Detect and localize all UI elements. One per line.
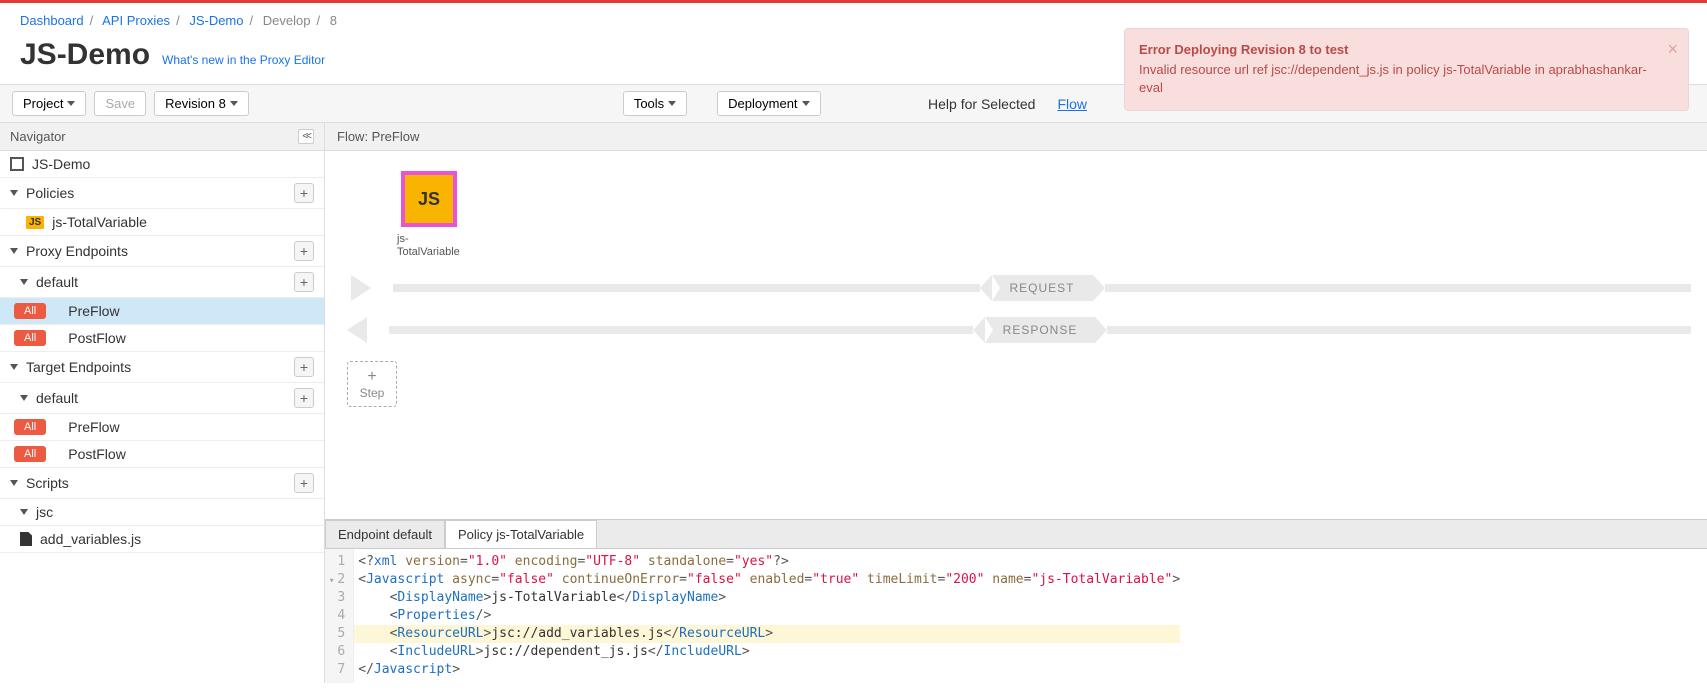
alert-title: Error Deploying Revision 8 to test	[1139, 41, 1658, 59]
chevron-down-icon	[802, 101, 810, 106]
response-flow: RESPONSE	[341, 317, 1691, 343]
plus-icon: +	[348, 368, 396, 386]
add-step-button[interactable]: + Step	[347, 361, 397, 407]
add-flow-button[interactable]: +	[294, 272, 314, 292]
all-badge: All	[14, 330, 46, 346]
chevron-down-icon	[230, 101, 238, 106]
policy-tile[interactable]: JS	[401, 171, 457, 227]
breadcrumb-current: Develop	[263, 13, 311, 28]
nav-section-proxy-endpoints[interactable]: Proxy Endpoints +	[0, 236, 324, 267]
chevron-down-icon	[20, 395, 28, 401]
breadcrumb-link[interactable]: API Proxies	[102, 13, 170, 28]
save-button[interactable]: Save	[94, 91, 146, 116]
breadcrumb-current: 8	[330, 13, 337, 28]
project-menu[interactable]: Project	[12, 91, 86, 116]
add-proxy-endpoint-button[interactable]: +	[294, 241, 314, 261]
nav-root[interactable]: JS-Demo	[0, 151, 324, 178]
nav-proxy-default[interactable]: default +	[0, 267, 324, 298]
nav-script-file[interactable]: add_variables.js	[0, 526, 324, 553]
tab-endpoint-default[interactable]: Endpoint default	[325, 520, 445, 548]
page-title: JS-Demo	[20, 38, 150, 72]
breadcrumb-link[interactable]: JS-Demo	[189, 13, 243, 28]
navigator-panel: Navigator << JS-Demo Policies + JS js-To…	[0, 123, 325, 683]
tools-menu[interactable]: Tools	[623, 91, 687, 116]
collapse-panel-icon[interactable]: <<	[298, 129, 314, 144]
flow-canvas: JS js-TotalVariable REQUEST	[325, 151, 1707, 519]
error-alert: × Error Deploying Revision 8 to test Inv…	[1124, 28, 1689, 111]
chevron-down-icon	[10, 480, 18, 486]
policy-tile-label: js-TotalVariable	[397, 233, 463, 259]
chevron-down-icon	[10, 248, 18, 254]
nav-flow-postflow[interactable]: All PostFlow	[0, 441, 324, 468]
breadcrumb-link[interactable]: Dashboard	[20, 13, 84, 28]
whats-new-link[interactable]: What's new in the Proxy Editor	[162, 53, 325, 67]
code-editor[interactable]: 1▾234567 <?xml version="1.0" encoding="U…	[325, 548, 1707, 683]
all-badge: All	[14, 303, 46, 319]
js-icon: JS	[26, 216, 44, 229]
nav-script-group[interactable]: jsc	[0, 499, 324, 526]
nav-section-target-endpoints[interactable]: Target Endpoints +	[0, 352, 324, 383]
editor-gutter: 1▾234567	[325, 549, 354, 683]
nav-flow-preflow[interactable]: All PreFlow	[0, 414, 324, 441]
proxy-icon	[10, 157, 24, 171]
flow-header: Flow: PreFlow	[325, 123, 1707, 151]
add-target-endpoint-button[interactable]: +	[294, 357, 314, 377]
nav-target-default[interactable]: default +	[0, 383, 324, 414]
all-badge: All	[14, 419, 46, 435]
deployment-menu[interactable]: Deployment	[717, 91, 820, 116]
help-for-selected: Help for Selected	[928, 96, 1035, 112]
chevron-down-icon	[20, 509, 28, 515]
nav-flow-postflow[interactable]: All PostFlow	[0, 325, 324, 352]
nav-section-scripts[interactable]: Scripts +	[0, 468, 324, 499]
request-flow: REQUEST	[341, 275, 1691, 301]
chevron-down-icon	[10, 364, 18, 370]
chevron-down-icon	[67, 101, 75, 106]
chevron-down-icon	[20, 279, 28, 285]
chevron-down-icon	[668, 101, 676, 106]
nav-flow-preflow[interactable]: All PreFlow	[0, 298, 324, 325]
all-badge: All	[14, 446, 46, 462]
arrow-left-icon	[347, 317, 367, 343]
alert-body: Invalid resource url ref jsc://dependent…	[1139, 61, 1658, 97]
close-icon[interactable]: ×	[1667, 37, 1678, 62]
nav-section-policies[interactable]: Policies +	[0, 178, 324, 209]
nav-policy-item[interactable]: JS js-TotalVariable	[0, 209, 324, 236]
navigator-header: Navigator <<	[0, 123, 324, 151]
flow-help-link[interactable]: Flow	[1057, 96, 1087, 112]
arrow-right-icon	[351, 275, 371, 301]
editor-tabs: Endpoint default Policy js-TotalVariable	[325, 519, 1707, 548]
editor-code[interactable]: <?xml version="1.0" encoding="UTF-8" sta…	[354, 549, 1180, 683]
chevron-down-icon	[10, 190, 18, 196]
revision-menu[interactable]: Revision 8	[154, 91, 249, 116]
add-script-button[interactable]: +	[294, 473, 314, 493]
file-icon	[20, 532, 32, 546]
add-flow-button[interactable]: +	[294, 388, 314, 408]
tab-policy[interactable]: Policy js-TotalVariable	[445, 520, 597, 548]
add-policy-button[interactable]: +	[294, 183, 314, 203]
